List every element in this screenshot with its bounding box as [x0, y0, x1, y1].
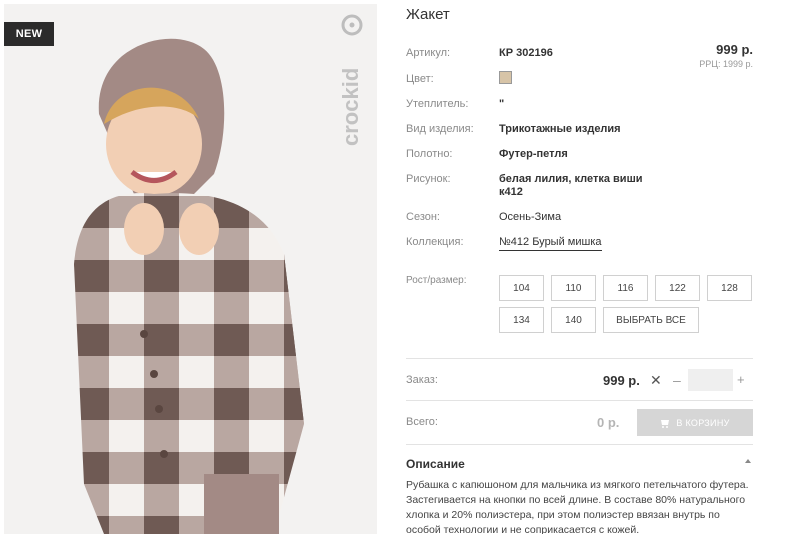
size-button-122[interactable]: 122 [655, 275, 700, 301]
attr-label: Цвет: [406, 73, 434, 85]
attr-value: Футер-петля [499, 148, 568, 160]
size-button-110[interactable]: 110 [551, 275, 596, 301]
divider [406, 358, 753, 359]
total-value: 0 р. [597, 415, 620, 430]
size-button-134[interactable]: 134 [499, 307, 544, 333]
attr-value: Осень-Зима [499, 211, 562, 223]
product-photo[interactable] [4, 4, 377, 534]
quantity-increase-button[interactable]: + [737, 372, 745, 387]
brand-logo: crockid [338, 14, 363, 146]
collection-link[interactable]: №412 Бурый мишка [499, 236, 602, 251]
attr-label: Полотно: [406, 148, 453, 160]
rrc-price: РРЦ: 1999 р. [699, 59, 753, 69]
sizes-label: Рост/размер: [406, 275, 467, 286]
description-text: Рубашка с капюшоном для мальчика из мягк… [406, 479, 749, 534]
divider [406, 444, 753, 445]
size-button-140[interactable]: 140 [551, 307, 596, 333]
product-title: Жакет [406, 6, 450, 23]
multiply-icon: ✕ [650, 372, 662, 388]
size-button-104[interactable]: 104 [499, 275, 544, 301]
size-button-116[interactable]: 116 [603, 275, 648, 301]
cart-icon [661, 419, 670, 428]
attr-value: КР 302196 [499, 47, 553, 59]
new-badge: NEW [4, 22, 54, 46]
attr-value: белая лилия, клетка виши к412 [499, 173, 643, 198]
collapse-arrow-icon[interactable] [745, 459, 751, 463]
attr-label: Вид изделия: [406, 123, 474, 135]
brand-logo-text: crockid [338, 68, 363, 146]
color-swatch[interactable] [499, 71, 512, 84]
product-image [4, 4, 377, 534]
add-to-cart-button[interactable]: В КОРЗИНУ [637, 409, 753, 436]
attr-value: Трикотажные изделия [499, 123, 621, 135]
select-all-sizes-button[interactable]: ВЫБРАТЬ ВСЕ [603, 307, 699, 333]
quantity-decrease-button[interactable]: – [673, 372, 681, 388]
description-title[interactable]: Описание [406, 457, 465, 471]
attr-value: " [499, 98, 505, 110]
attr-label: Артикул: [406, 47, 451, 59]
size-button-128[interactable]: 128 [707, 275, 752, 301]
quantity-input[interactable] [688, 369, 733, 391]
divider [406, 400, 753, 401]
product-price: 999 р. [716, 42, 753, 57]
attr-label: Рисунок: [406, 173, 451, 185]
attr-label: Коллекция: [406, 236, 464, 248]
total-label: Всего: [406, 416, 438, 428]
order-label: Заказ: [406, 374, 438, 386]
attr-label: Сезон: [406, 211, 440, 223]
order-price: 999 р. [603, 373, 640, 388]
attr-label: Утеплитель: [406, 98, 469, 110]
add-to-cart-label: В КОРЗИНУ [676, 417, 730, 428]
